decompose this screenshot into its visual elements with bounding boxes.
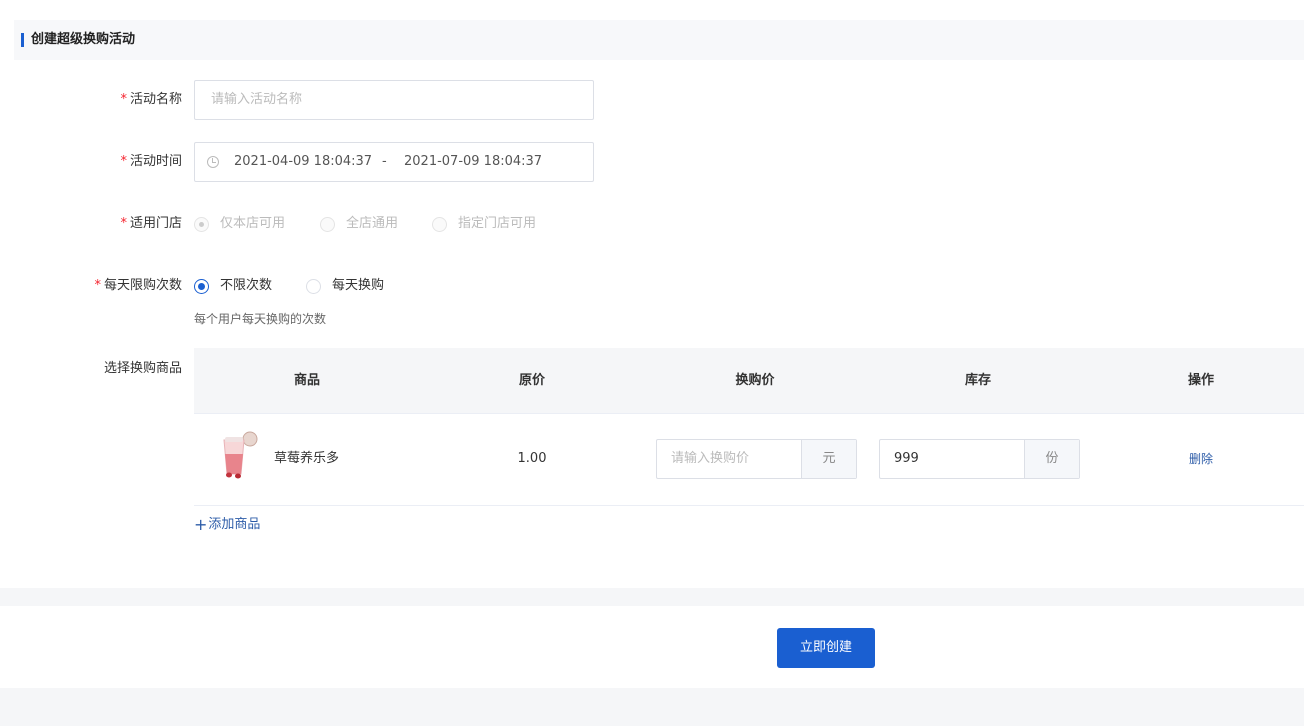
section-divider (0, 588, 1304, 606)
page-footer-band (0, 688, 1304, 726)
product-image (223, 431, 258, 479)
delete-product-link[interactable]: 删除 (1189, 451, 1213, 467)
table-row: 草莓养乐多 1.00 请输入换购价 元 999 份 删除 (194, 414, 1304, 506)
products-table: 商品 原价 换购价 库存 操作 草莓养乐多 1.00 请输入换购价 元 999 … (194, 348, 1304, 506)
radio-this-store-only[interactable]: 仅本店可用 (194, 216, 285, 232)
required-mark: * (120, 92, 127, 107)
exchange-price-unit: 元 (801, 440, 856, 478)
column-header: 操作 (1187, 373, 1215, 388)
activity-name-label: * 活动名称 (120, 92, 182, 107)
radio-dot (306, 278, 321, 294)
daily-limit-label: * 每天限购次数 (94, 278, 182, 293)
products-label: 选择换购商品 (103, 361, 182, 376)
clock-icon (207, 156, 219, 168)
create-now-button[interactable]: 立即创建 (777, 628, 875, 668)
radio-unlimited[interactable]: 不限次数 (194, 278, 272, 294)
column-header: 库存 (964, 373, 992, 388)
store-scope-label: * 适用门店 (120, 216, 182, 231)
plus-icon: + (194, 515, 208, 534)
stock-input[interactable]: 999 份 (879, 439, 1080, 479)
add-product-button[interactable]: + 添加商品 (194, 517, 260, 533)
product-name: 草莓养乐多 (274, 451, 340, 466)
activity-time-label: * 活动时间 (120, 154, 182, 169)
exchange-price-placeholder: 请输入换购价 (671, 451, 750, 466)
column-header: 原价 (518, 373, 546, 388)
page-title: 创建超级换购活动 (31, 32, 136, 47)
section-accent-bar (21, 33, 24, 47)
radio-dot (320, 216, 335, 232)
radio-specified-stores[interactable]: 指定门店可用 (432, 216, 536, 232)
daily-limit-hint: 每个用户每天换购的次数 (194, 312, 327, 326)
required-mark: * (120, 154, 127, 169)
original-price: 1.00 (517, 451, 547, 466)
exchange-price-input[interactable]: 请输入换购价 元 (656, 439, 857, 479)
activity-name-placeholder: 请输入活动名称 (211, 92, 303, 107)
radio-daily-exchange[interactable]: 每天换购 (306, 278, 384, 294)
date-range-separator: - (382, 154, 387, 169)
required-mark: * (94, 278, 101, 293)
column-header: 商品 (293, 373, 321, 388)
radio-dot (194, 278, 209, 294)
required-mark: * (120, 216, 127, 231)
start-date-input[interactable]: 2021-04-09 18:04:37 (234, 154, 372, 170)
radio-dot (432, 216, 447, 232)
radio-dot (194, 216, 209, 232)
activity-name-input[interactable]: 请输入活动名称 (194, 80, 594, 120)
stock-value[interactable]: 999 (880, 440, 1024, 478)
end-date-input[interactable]: 2021-07-09 18:04:37 (404, 154, 542, 170)
table-header: 商品 原价 换购价 库存 操作 (194, 348, 1304, 414)
activity-time-range-picker[interactable]: 2021-04-09 18:04:37 - 2021-07-09 18:04:3… (194, 142, 594, 182)
column-header: 换购价 (735, 373, 775, 388)
radio-all-stores[interactable]: 全店通用 (320, 216, 398, 232)
stock-unit: 份 (1024, 440, 1079, 478)
section-header: 创建超级换购活动 (14, 20, 1304, 60)
add-product-label: 添加商品 (208, 517, 261, 532)
